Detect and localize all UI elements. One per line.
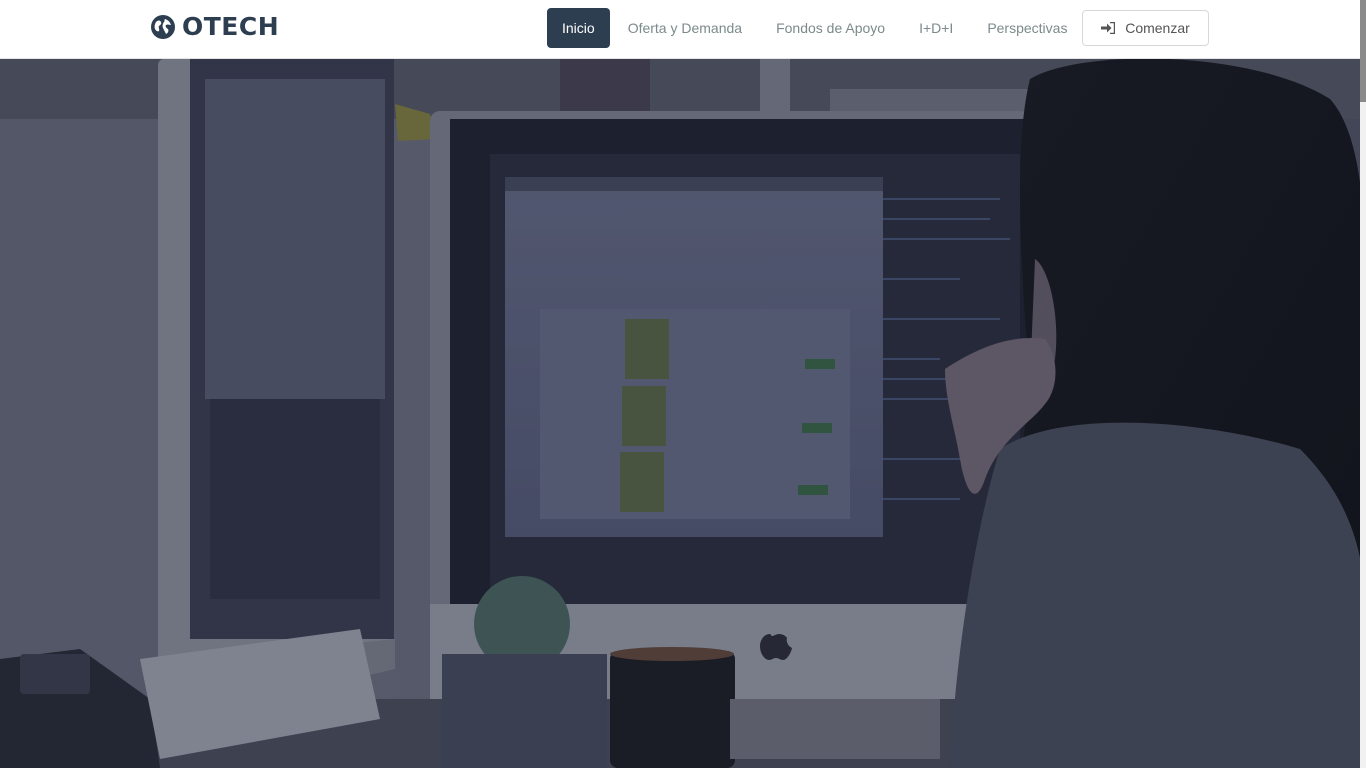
nav-item-idi[interactable]: I+D+I xyxy=(902,8,970,48)
navbar: OTECH Inicio Oferta y Demanda Fondos de … xyxy=(0,0,1360,59)
main-nav: Inicio Oferta y Demanda Fondos de Apoyo … xyxy=(547,8,1084,48)
sign-in-icon xyxy=(1101,22,1116,34)
brand-logo[interactable]: OTECH xyxy=(150,12,279,41)
page: OTECH Inicio Oferta y Demanda Fondos de … xyxy=(0,0,1366,768)
scrollbar[interactable] xyxy=(1360,0,1366,768)
nav-item-perspectivas[interactable]: Perspectivas xyxy=(970,8,1084,48)
nav-item-inicio[interactable]: Inicio xyxy=(547,8,610,48)
globe-icon xyxy=(151,14,175,39)
hero-background-image xyxy=(0,59,1366,768)
nav-item-fondos-de-apoyo[interactable]: Fondos de Apoyo xyxy=(759,8,902,48)
brand-name: OTECH xyxy=(182,12,280,41)
comenzar-button[interactable]: Comenzar xyxy=(1082,10,1209,46)
comenzar-label: Comenzar xyxy=(1125,20,1190,36)
nav-item-oferta-y-demanda[interactable]: Oferta y Demanda xyxy=(611,8,759,48)
hero-banner xyxy=(0,59,1366,768)
scrollbar-thumb[interactable] xyxy=(1360,0,1366,102)
